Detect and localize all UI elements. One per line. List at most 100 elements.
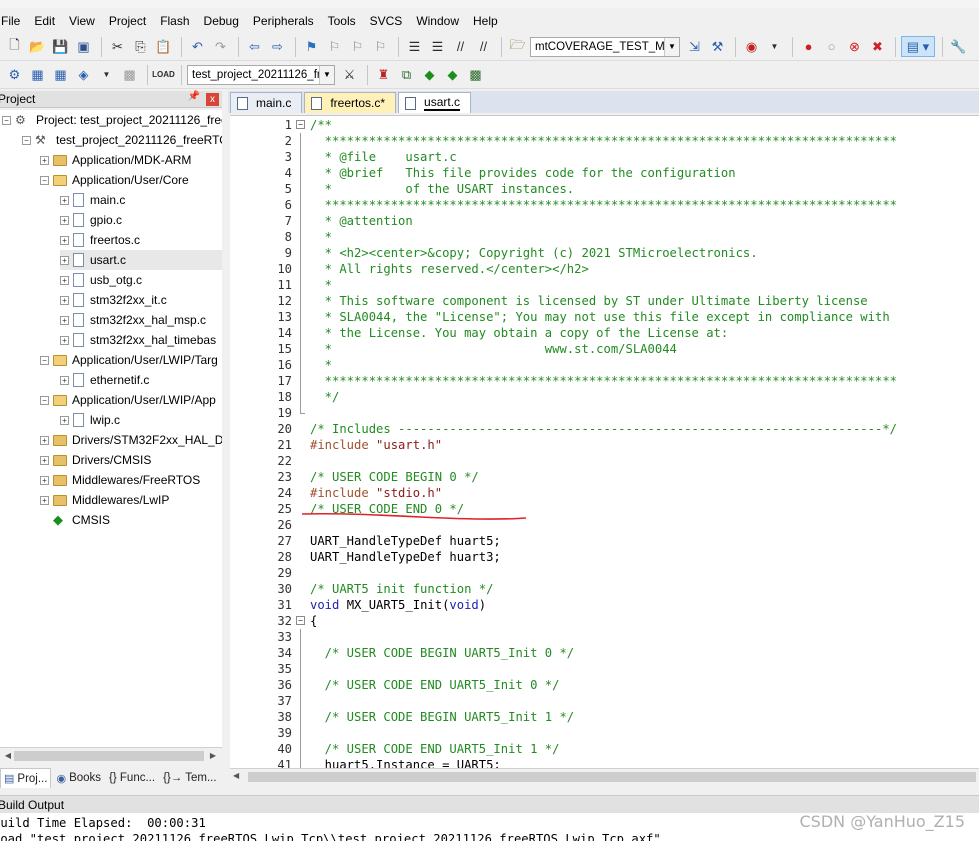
collapse-icon[interactable]: − — [2, 115, 11, 125]
tools-icon[interactable]: ⚒ — [707, 36, 728, 57]
editor-tab-main-c[interactable]: main.c — [230, 92, 303, 113]
scroll-left-icon[interactable]: ◀ — [233, 771, 239, 780]
tree-item[interactable]: + usb_otg.c — [60, 270, 142, 290]
tree-item[interactable]: + stm32f2xx_hal_timebas — [60, 330, 216, 350]
redo-icon[interactable]: ↷ — [210, 36, 231, 57]
chevron-down-icon[interactable]: ▼ — [319, 65, 334, 84]
build-icon[interactable]: ▦ — [27, 64, 48, 85]
prev-bookmark-icon[interactable]: ⚐ — [324, 36, 345, 57]
tree-item[interactable]: − ⚙ Project: test_project_20211126_free — [2, 110, 222, 130]
indent-icon[interactable]: ☰ — [404, 36, 425, 57]
tree-item[interactable]: − Application/User/LWIP/App — [40, 390, 216, 410]
disable-all-breakpoints-icon[interactable]: ⊗ — [844, 36, 865, 57]
rebuild-icon[interactable]: ▦ — [50, 64, 71, 85]
tree-item[interactable]: + gpio.c — [60, 210, 122, 230]
menu-item-tools[interactable]: Tools — [321, 11, 363, 31]
project-horizontal-scrollbar[interactable]: ◀ ▶ — [0, 747, 222, 764]
expand-icon[interactable]: + — [60, 275, 69, 285]
tree-item[interactable]: + Middlewares/LwIP — [40, 490, 169, 510]
uncomment-icon[interactable]: // — [473, 36, 494, 57]
scroll-thumb[interactable] — [14, 751, 204, 761]
tree-item[interactable]: + main.c — [60, 190, 125, 210]
collapse-icon[interactable]: − — [40, 395, 49, 405]
expand-icon[interactable]: + — [60, 375, 69, 385]
unindent-icon[interactable]: ☰ — [427, 36, 448, 57]
expand-icon[interactable]: + — [60, 235, 69, 245]
tree-item[interactable]: ◆ CMSIS — [40, 510, 110, 530]
bookmark-icon[interactable]: ⚑ — [301, 36, 322, 57]
collapse-icon[interactable]: − — [40, 175, 49, 185]
expand-icon[interactable]: + — [60, 215, 69, 225]
menu-item-file[interactable]: File — [0, 11, 27, 31]
find-in-files-icon[interactable]: 🗁 — [507, 36, 528, 57]
configure-icon[interactable]: 🔧 — [948, 36, 969, 57]
bottom-tab-books[interactable]: ◉ Books — [53, 768, 104, 788]
code-editor[interactable]: 1−/** 2 *********************************… — [230, 115, 979, 768]
kill-breakpoints-icon[interactable]: ✖ — [867, 36, 888, 57]
disable-breakpoint-icon[interactable]: ○ — [821, 36, 842, 57]
tree-item[interactable]: + Drivers/STM32F2xx_HAL_Dr — [40, 430, 222, 450]
expand-icon[interactable]: + — [60, 315, 69, 325]
cut-icon[interactable]: ✂ — [107, 36, 128, 57]
expand-icon[interactable]: + — [40, 455, 49, 465]
menu-item-peripherals[interactable]: Peripherals — [246, 11, 321, 31]
tree-item[interactable]: − ⚒ test_project_20211126_freeRTOS — [22, 130, 222, 150]
editor-tab-freertos-c-[interactable]: freertos.c* — [304, 92, 397, 113]
window-layout-icon[interactable]: ▤ ▾ — [901, 36, 935, 57]
manage-project-icon[interactable]: ♜ — [373, 64, 394, 85]
expand-icon[interactable]: + — [40, 155, 49, 165]
dropdown-arrow-icon[interactable]: ▼ — [764, 36, 785, 57]
menu-item-window[interactable]: Window — [409, 11, 466, 31]
expand-icon[interactable]: + — [60, 255, 69, 265]
expand-icon[interactable]: + — [60, 195, 69, 205]
expand-icon[interactable]: + — [60, 335, 69, 345]
save-all-icon[interactable]: ▣ — [73, 36, 94, 57]
comment-icon[interactable]: // — [450, 36, 471, 57]
tree-item[interactable]: − Application/User/LWIP/Targ — [40, 350, 218, 370]
select-packs-icon[interactable]: ⧉ — [396, 64, 417, 85]
nav-forward-icon[interactable]: ⇨ — [267, 36, 288, 57]
save-icon[interactable]: 💾 — [50, 36, 71, 57]
project-combo[interactable]: test_project_20211126_fr ▼ — [187, 64, 335, 85]
find-icon[interactable]: ⇲ — [684, 36, 705, 57]
scroll-left-icon[interactable]: ◀ — [2, 750, 14, 762]
next-bookmark-icon[interactable]: ⚐ — [347, 36, 368, 57]
target-combo[interactable]: mtCOVERAGE_TEST_MAR ▼ — [530, 36, 680, 57]
tree-item[interactable]: + stm32f2xx_it.c — [60, 290, 167, 310]
bottom-tab-templates[interactable]: {}→ Tem... — [160, 768, 219, 788]
menu-item-help[interactable]: Help — [466, 11, 505, 31]
pack-manager-icon[interactable]: ▩ — [465, 64, 486, 85]
tree-item[interactable]: + Drivers/CMSIS — [40, 450, 151, 470]
fold-toggle-icon[interactable]: − — [296, 616, 305, 625]
target-options-icon[interactable]: ⚔ — [339, 64, 360, 85]
breakpoint-icon[interactable]: ● — [798, 36, 819, 57]
bottom-tab-functions[interactable]: {} Func... — [106, 768, 158, 788]
translate-icon[interactable]: ⚙ — [4, 64, 25, 85]
batch-build-icon[interactable]: ◈ — [73, 64, 94, 85]
tree-item[interactable]: + stm32f2xx_hal_msp.c — [60, 310, 206, 330]
fold-toggle-icon[interactable]: − — [296, 120, 305, 129]
pack-installer-icon[interactable]: ◆ — [442, 64, 463, 85]
scroll-thumb[interactable] — [248, 772, 976, 782]
expand-icon[interactable]: + — [40, 475, 49, 485]
menu-item-debug[interactable]: Debug — [197, 11, 246, 31]
tree-item[interactable]: + ethernetif.c — [60, 370, 149, 390]
tree-item[interactable]: + Middlewares/FreeRTOS — [40, 470, 200, 490]
download-icon[interactable]: LOAD — [152, 64, 175, 85]
close-icon[interactable]: x — [206, 93, 219, 106]
tree-item[interactable]: − Application/User/Core — [40, 170, 189, 190]
open-folder-icon[interactable]: 📂 — [27, 36, 48, 57]
pin-icon[interactable]: 📌 — [188, 91, 200, 102]
manage-rte-icon[interactable]: ◆ — [419, 64, 440, 85]
scroll-right-icon[interactable]: ▶ — [207, 750, 219, 762]
collapse-icon[interactable]: − — [22, 135, 31, 145]
editor-tab-usart-c[interactable]: usart.c — [398, 92, 472, 113]
menu-item-svcs[interactable]: SVCS — [363, 11, 410, 31]
chevron-down-icon[interactable]: ▼ — [664, 37, 679, 56]
expand-icon[interactable]: + — [60, 415, 69, 425]
stop-build-icon[interactable]: ▩ — [119, 64, 140, 85]
menu-item-project[interactable]: Project — [102, 11, 153, 31]
tree-item[interactable]: + Application/MDK-ARM — [40, 150, 191, 170]
clear-bookmarks-icon[interactable]: ⚐ — [370, 36, 391, 57]
editor-horizontal-scrollbar[interactable]: ◀ — [230, 768, 979, 785]
